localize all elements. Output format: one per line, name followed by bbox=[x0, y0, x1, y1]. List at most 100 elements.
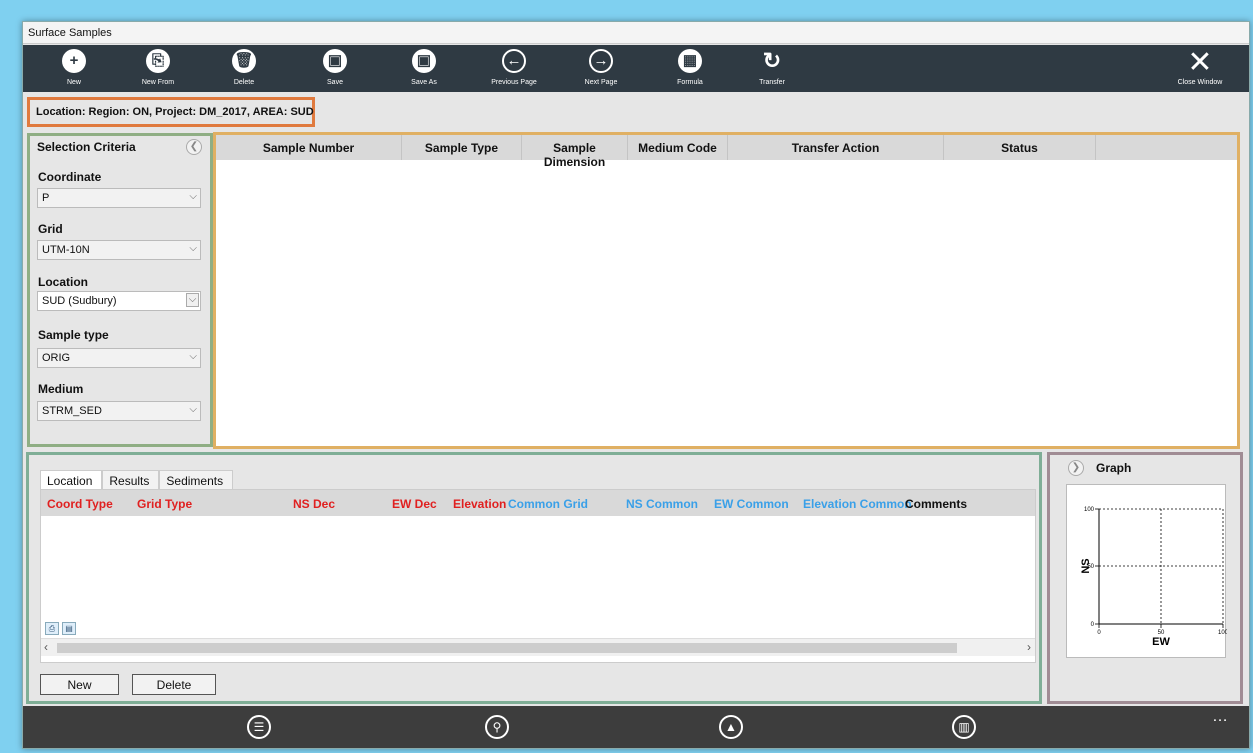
graph-svg: 100 50 0 0 50 100 EW NS bbox=[1080, 507, 1229, 648]
x-tick-100: 100 bbox=[1218, 630, 1227, 636]
save-as-label: Save As bbox=[411, 79, 437, 86]
flask-icon[interactable]: ▲ bbox=[719, 715, 743, 739]
medium-value: STRM_SED bbox=[42, 405, 102, 417]
close-icon: ✕ bbox=[1187, 46, 1213, 79]
main-toolbar: + New ⎘ New From 🗑 Delete ▣ Save ▣ Save … bbox=[23, 45, 1249, 92]
medium-select[interactable]: STRM_SED ⌵ bbox=[37, 401, 201, 421]
plus-icon: + bbox=[62, 49, 86, 73]
x-axis-label: EW bbox=[1152, 636, 1170, 648]
y-axis-label: NS bbox=[1080, 558, 1092, 573]
location-select[interactable]: SUD (Sudbury) ⌵ bbox=[37, 291, 201, 311]
graph-panel: ❯ Graph 100 50 0 0 50 100 EW NS bbox=[1047, 452, 1243, 704]
x-tick-0: 0 bbox=[1097, 630, 1101, 636]
sample-type-label: Sample type bbox=[38, 328, 109, 342]
sample-type-select[interactable]: ORIG ⌵ bbox=[37, 348, 201, 368]
delete-button[interactable]: 🗑 Delete bbox=[214, 49, 274, 86]
checklist-icon[interactable]: ☰ bbox=[247, 715, 271, 739]
new-row-button[interactable]: New bbox=[40, 674, 119, 695]
chevron-down-icon[interactable]: ⌵ bbox=[186, 293, 199, 307]
coordinate-select[interactable]: P ⌵ bbox=[37, 188, 201, 208]
col-transfer-action[interactable]: Transfer Action bbox=[728, 135, 944, 160]
details-tabs: Location Results Sediments bbox=[40, 470, 234, 490]
close-window-button[interactable]: ✕ Close Window bbox=[1170, 46, 1230, 87]
chevron-down-icon: ⌵ bbox=[189, 243, 197, 254]
col-ew-common[interactable]: EW Common bbox=[714, 497, 789, 511]
delete-label: Delete bbox=[233, 79, 255, 86]
close-window-label: Close Window bbox=[1177, 79, 1223, 86]
arrow-left-icon: ← bbox=[502, 49, 526, 73]
location-grid-header: Coord Type Grid Type NS Dec EW Dec Eleva… bbox=[41, 490, 1035, 516]
expand-right-icon[interactable]: ❯ bbox=[1068, 460, 1084, 476]
selection-criteria-title: Selection Criteria bbox=[37, 140, 136, 154]
col-elevation-common[interactable]: Elevation Common bbox=[803, 497, 912, 511]
col-elevation[interactable]: Elevation bbox=[453, 497, 506, 511]
location-grid: Coord Type Grid Type NS Dec EW Dec Eleva… bbox=[40, 489, 1036, 663]
tab-results[interactable]: Results bbox=[102, 470, 160, 490]
collapse-left-icon[interactable]: ❮ bbox=[186, 139, 202, 155]
delete-row-button[interactable]: Delete bbox=[132, 674, 216, 695]
previous-page-label: Previous Page bbox=[491, 79, 537, 86]
col-status[interactable]: Status bbox=[944, 135, 1096, 160]
sample-type-value: ORIG bbox=[42, 352, 71, 364]
save-button[interactable]: ▣ Save bbox=[305, 49, 365, 86]
medium-label: Medium bbox=[38, 382, 84, 396]
formula-button[interactable]: ▦ Formula bbox=[660, 49, 720, 86]
barcode-icon[interactable]: ▥ bbox=[952, 715, 976, 739]
samples-table-header: Sample Number Sample Type Sample Dimensi… bbox=[216, 135, 1237, 169]
grid-select[interactable]: UTM-10N ⌵ bbox=[37, 240, 201, 260]
copy-icon: ⎘ bbox=[146, 49, 170, 73]
y-tick-0: 0 bbox=[1091, 622, 1095, 628]
col-common-grid[interactable]: Common Grid bbox=[508, 497, 588, 511]
col-ew-dec[interactable]: EW Dec bbox=[392, 497, 437, 511]
new-button[interactable]: + New bbox=[44, 49, 104, 86]
col-sample-number[interactable]: Sample Number bbox=[216, 135, 402, 160]
scroll-thumb[interactable] bbox=[57, 643, 957, 653]
grid-label: Grid bbox=[38, 222, 63, 236]
next-page-button[interactable]: → Next Page bbox=[571, 49, 631, 86]
graph-title: Graph bbox=[1096, 461, 1132, 475]
col-sample-type[interactable]: Sample Type bbox=[402, 135, 522, 160]
new-from-button[interactable]: ⎘ New From bbox=[128, 49, 188, 86]
formula-label: Formula bbox=[677, 79, 703, 86]
details-panel: Location Results Sediments Coord Type Gr… bbox=[26, 452, 1042, 704]
export-icon[interactable]: ▤ bbox=[62, 622, 76, 635]
arrow-right-icon: → bbox=[589, 49, 613, 73]
tab-sediments[interactable]: Sediments bbox=[159, 470, 234, 490]
new-label: New bbox=[66, 79, 81, 86]
tab-location[interactable]: Location bbox=[40, 470, 103, 490]
scroll-right-icon[interactable]: › bbox=[1027, 640, 1031, 654]
samples-table: Sample Number Sample Type Sample Dimensi… bbox=[213, 132, 1240, 449]
horizontal-scrollbar[interactable]: ‹ › bbox=[41, 638, 1035, 656]
new-from-label: New From bbox=[141, 79, 175, 86]
col-grid-type[interactable]: Grid Type bbox=[137, 497, 192, 511]
col-blank bbox=[1096, 135, 1237, 160]
print-icon[interactable]: ⎙ bbox=[45, 622, 59, 635]
floppy-plus-icon: ▣ bbox=[412, 49, 436, 73]
trash-icon: 🗑 bbox=[232, 49, 256, 73]
scroll-left-icon[interactable]: ‹ bbox=[44, 640, 48, 654]
chevron-down-icon: ⌵ bbox=[189, 191, 197, 202]
col-medium-code[interactable]: Medium Code bbox=[628, 135, 728, 160]
transfer-button[interactable]: ↻ Transfer bbox=[742, 49, 802, 87]
chevron-down-icon: ⌵ bbox=[189, 404, 197, 415]
col-ns-dec[interactable]: NS Dec bbox=[293, 497, 335, 511]
microscope-icon[interactable]: ⚲ bbox=[485, 715, 509, 739]
location-label: Location bbox=[38, 275, 88, 289]
location-breadcrumb: Location: Region: ON, Project: DM_2017, … bbox=[27, 97, 315, 127]
save-label: Save bbox=[327, 79, 343, 86]
selection-criteria-panel: Selection Criteria ❮ Coordinate P ⌵ Grid… bbox=[27, 133, 213, 447]
transfer-label: Transfer bbox=[759, 79, 785, 86]
more-options-icon[interactable]: … bbox=[1212, 708, 1229, 726]
calculator-icon: ▦ bbox=[678, 49, 702, 73]
grid-value: UTM-10N bbox=[42, 244, 90, 256]
next-page-label: Next Page bbox=[584, 79, 618, 86]
col-ns-common[interactable]: NS Common bbox=[626, 497, 698, 511]
surface-samples-window: Surface Samples + New ⎘ New From 🗑 Delet… bbox=[22, 21, 1250, 749]
previous-page-button[interactable]: ← Previous Page bbox=[484, 49, 544, 86]
col-comments[interactable]: Comments bbox=[905, 497, 967, 511]
col-sample-dimension[interactable]: Sample Dimension bbox=[522, 135, 628, 169]
save-as-button[interactable]: ▣ Save As bbox=[394, 49, 454, 86]
location-value: SUD (Sudbury) bbox=[42, 295, 117, 307]
coordinate-label: Coordinate bbox=[38, 170, 102, 184]
col-coord-type[interactable]: Coord Type bbox=[47, 497, 113, 511]
